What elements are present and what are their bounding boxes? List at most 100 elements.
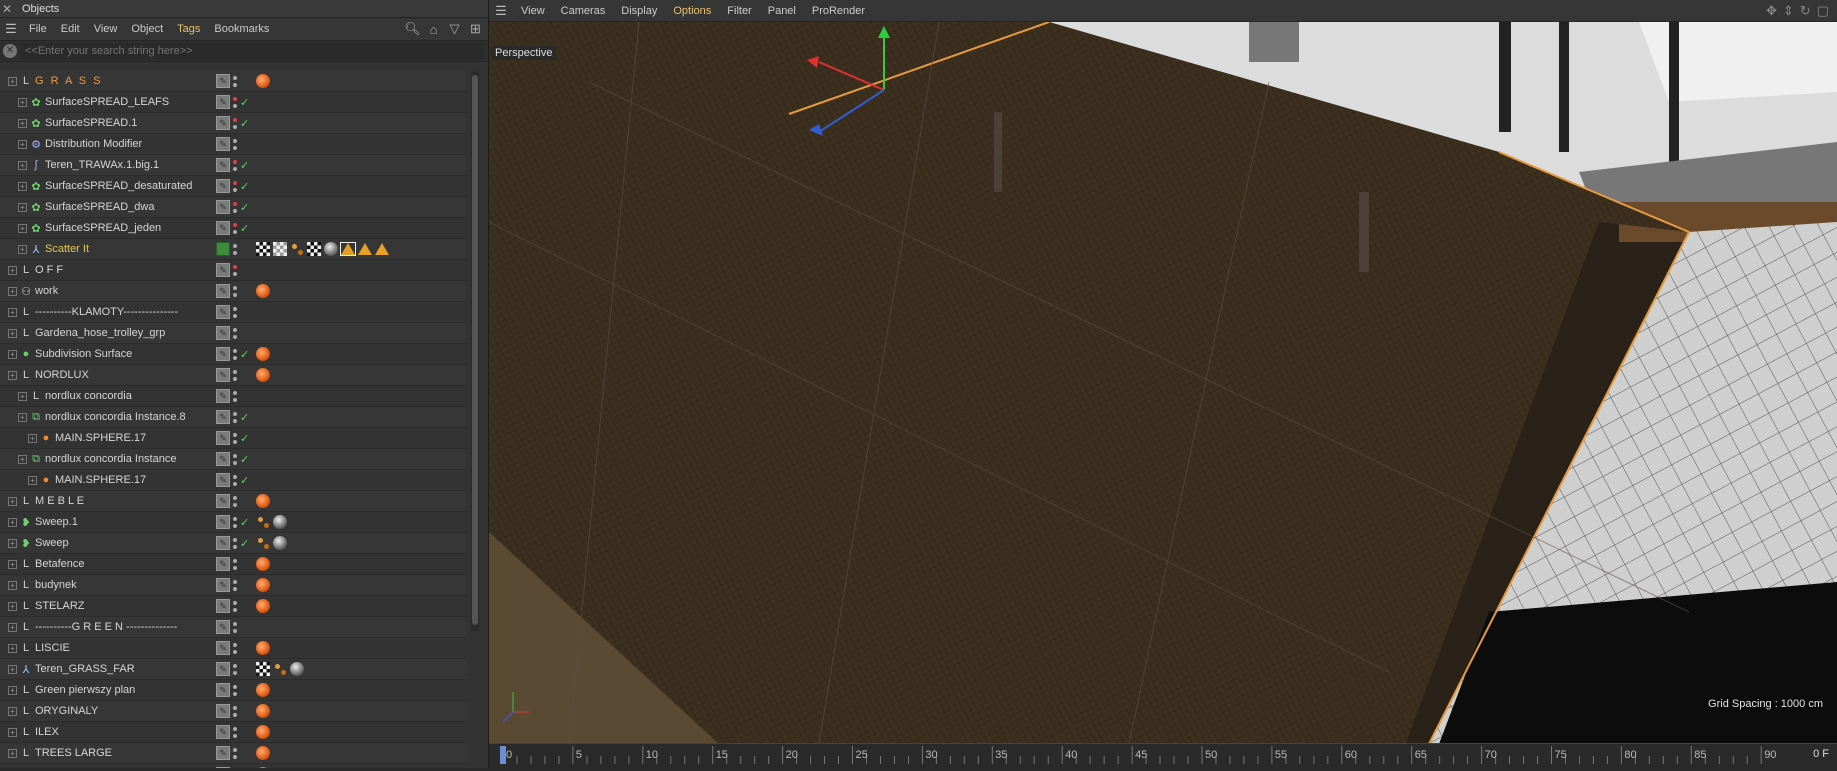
object-name[interactable]: MAIN.SPHERE.17 — [55, 474, 146, 486]
layer-edit-icon[interactable]: ✎ — [216, 389, 230, 403]
layer-edit-icon[interactable]: ✎ — [216, 641, 230, 655]
object-row[interactable]: + L ILEX ✎ — [0, 722, 466, 743]
checker-tag-icon[interactable] — [307, 242, 321, 256]
layer-edit-icon[interactable]: ✎ — [216, 410, 230, 424]
layer-edit-icon[interactable]: ✎ — [216, 494, 230, 508]
material-tag-icon[interactable] — [256, 704, 270, 718]
visibility-dots-icon[interactable] — [233, 725, 237, 739]
layer-edit-icon[interactable]: ✎ — [216, 662, 230, 676]
object-row[interactable]: + ✿ SurfaceSPREAD_desaturated ✎ ✓ — [0, 176, 466, 197]
material-tag-icon[interactable] — [256, 368, 270, 382]
object-row[interactable]: + L G R A S S ✎ — [0, 71, 466, 92]
layer-edit-icon[interactable]: ✎ — [216, 683, 230, 697]
object-row[interactable]: + ❥ Sweep ✎ ✓ — [0, 533, 466, 554]
timeline[interactable]: 0 5 10 15 20 25 30 35 40 45 50 55 60 65 70 75 80 85 90 0 F — [489, 743, 1837, 768]
material-tag-icon[interactable] — [256, 494, 270, 508]
menu-edit[interactable]: Edit — [61, 23, 80, 35]
visibility-dots-icon[interactable] — [233, 557, 237, 571]
layer-edit-icon[interactable]: ✎ — [216, 347, 230, 361]
expand-toggle-icon[interactable]: + — [18, 223, 27, 233]
rotate-view-icon[interactable]: ↻ — [1800, 3, 1811, 19]
layer-edit-icon[interactable]: ✎ — [216, 557, 230, 571]
object-row[interactable]: + ✿ SurfaceSPREAD_dwa ✎ ✓ — [0, 197, 466, 218]
expand-toggle-icon[interactable]: + — [8, 580, 17, 590]
expand-toggle-icon[interactable]: + — [8, 517, 17, 527]
enabled-check-icon[interactable]: ✓ — [240, 411, 249, 424]
object-name[interactable]: nordlux concordia Instance — [45, 453, 176, 465]
visibility-dots-icon[interactable] — [233, 494, 237, 508]
visibility-dots-icon[interactable] — [233, 263, 237, 277]
expand-toggle-icon[interactable]: + — [18, 454, 27, 464]
object-name[interactable]: SurfaceSPREAD_dwa — [45, 201, 154, 213]
object-list-scrollbar[interactable] — [471, 71, 479, 631]
material-tag-icon[interactable] — [256, 725, 270, 739]
sphere-tag-icon[interactable] — [273, 515, 287, 529]
warning-tag-icon[interactable] — [375, 243, 389, 255]
enabled-check-icon[interactable]: ✓ — [240, 537, 249, 550]
object-name[interactable]: G R A S S — [35, 75, 103, 87]
enabled-check-icon[interactable]: ✓ — [240, 222, 249, 235]
expand-toggle-icon[interactable]: + — [28, 475, 37, 485]
expand-toggle-icon[interactable]: + — [8, 622, 17, 632]
visibility-dots-icon[interactable] — [233, 683, 237, 697]
visibility-dots-icon[interactable] — [233, 389, 237, 403]
layer-edit-icon[interactable]: ✎ — [216, 74, 230, 88]
visibility-dots-icon[interactable] — [233, 704, 237, 718]
expand-toggle-icon[interactable]: + — [8, 706, 17, 716]
expand-toggle-icon[interactable]: + — [8, 538, 17, 548]
material-tag-icon[interactable] — [256, 557, 270, 571]
expand-toggle-icon[interactable]: + — [28, 433, 37, 443]
visibility-dots-icon[interactable] — [233, 137, 237, 151]
visibility-dots-icon[interactable] — [233, 347, 237, 361]
expand-toggle-icon[interactable]: + — [8, 664, 17, 674]
layer-edit-icon[interactable]: ✎ — [216, 368, 230, 382]
expand-toggle-icon[interactable]: + — [8, 349, 17, 359]
texture-tag-icon[interactable] — [273, 242, 287, 256]
menu-bookmarks[interactable]: Bookmarks — [214, 23, 269, 35]
visibility-dots-icon[interactable] — [233, 410, 237, 424]
visibility-dots-icon[interactable] — [233, 599, 237, 613]
visibility-dots-icon[interactable] — [233, 431, 237, 445]
enabled-check-icon[interactable]: ✓ — [240, 474, 249, 487]
material-tag-icon[interactable] — [256, 683, 270, 697]
filter-icon[interactable]: ▽ — [446, 21, 463, 38]
expand-toggle-icon[interactable]: + — [8, 265, 17, 275]
visibility-dots-icon[interactable] — [233, 368, 237, 382]
search-icon[interactable]: 🔍︎ — [404, 21, 421, 38]
expand-toggle-icon[interactable]: + — [8, 370, 17, 380]
object-row[interactable]: + ⧉ nordlux concordia Instance.8 ✎ ✓ — [0, 407, 466, 428]
layer-edit-icon[interactable]: ✎ — [216, 263, 230, 277]
layer-edit-icon[interactable]: ✎ — [216, 305, 230, 319]
expand-toggle-icon[interactable]: + — [8, 643, 17, 653]
expand-toggle-icon[interactable]: + — [8, 685, 17, 695]
object-name[interactable]: SurfaceSPREAD_jeden — [45, 222, 161, 234]
object-name[interactable]: STELARZ — [35, 600, 85, 612]
object-name[interactable]: Scatter It — [45, 243, 89, 255]
layer-edit-icon[interactable]: ✎ — [216, 179, 230, 193]
object-row[interactable]: + L Betafence ✎ — [0, 554, 466, 575]
layer-edit-icon[interactable]: ✎ — [216, 326, 230, 340]
object-name[interactable]: nordlux concordia — [45, 390, 132, 402]
material-tag-icon[interactable] — [256, 74, 270, 88]
sphere-tag-icon[interactable] — [324, 242, 338, 256]
object-name[interactable]: nordlux concordia Instance.8 — [45, 411, 186, 423]
expand-toggle-icon[interactable]: + — [8, 76, 17, 86]
layer-edit-icon[interactable]: ✎ — [216, 431, 230, 445]
object-name[interactable]: Sweep.1 — [35, 516, 78, 528]
vp-menu-display[interactable]: Display — [621, 5, 657, 17]
object-name[interactable]: SurfaceSPREAD.1 — [45, 117, 137, 129]
visibility-dots-icon[interactable] — [233, 515, 237, 529]
vp-menu-filter[interactable]: Filter — [727, 5, 751, 17]
menu-view[interactable]: View — [94, 23, 118, 35]
object-row[interactable]: + ● Subdivision Surface ✎ ✓ — [0, 344, 466, 365]
object-row[interactable]: + L M E B L E ✎ — [0, 491, 466, 512]
scrollbar-thumb[interactable] — [472, 75, 478, 625]
object-name[interactable]: ILEX — [35, 726, 59, 738]
layer-edit-icon[interactable]: ✎ — [216, 158, 230, 172]
material-tag-icon[interactable] — [256, 347, 270, 361]
material-tag-icon[interactable] — [256, 578, 270, 592]
layer-edit-icon[interactable]: ✎ — [216, 473, 230, 487]
expand-toggle-icon[interactable]: + — [18, 391, 27, 401]
menu-file[interactable]: File — [29, 23, 47, 35]
object-name[interactable]: Subdivision Surface — [35, 348, 132, 360]
